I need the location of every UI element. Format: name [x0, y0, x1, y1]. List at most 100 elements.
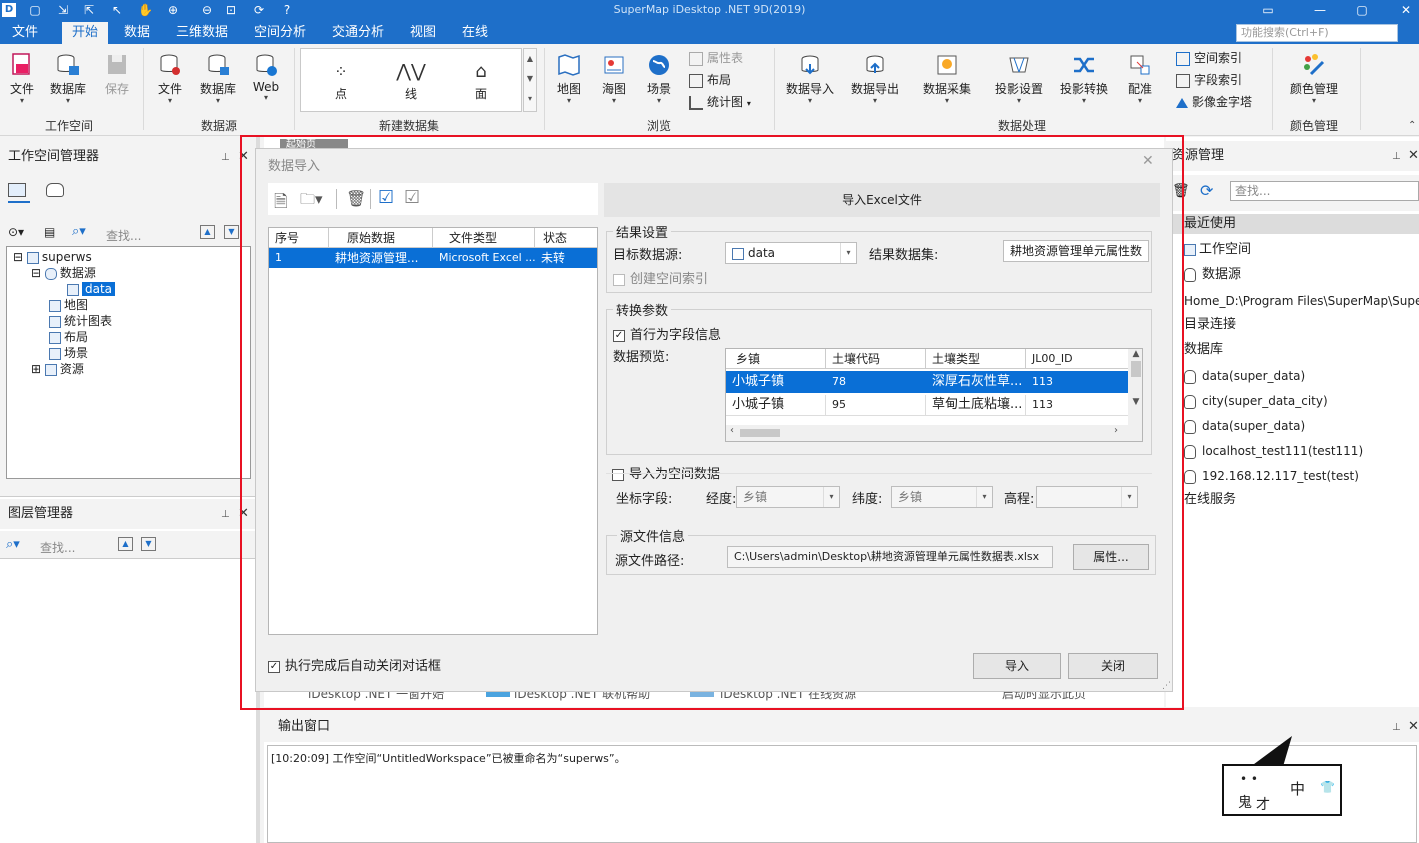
minimize-icon[interactable]: — — [1310, 2, 1330, 18]
layout-button[interactable]: 布局 — [689, 70, 731, 90]
pin-icon[interactable]: ⊥ — [1392, 722, 1401, 733]
recent-datasource[interactable]: 数据源 — [1184, 265, 1241, 285]
tree-node-scenes[interactable]: 场景 — [49, 345, 88, 361]
menu-online[interactable]: 在线 — [452, 22, 498, 44]
chevron-down-icon: ▾ — [19, 96, 24, 105]
menu-file[interactable]: 文件 — [2, 22, 48, 44]
search-icon[interactable]: ⌕▾ — [6, 537, 20, 552]
search-up-icon[interactable]: ▲ — [200, 225, 215, 239]
db-item-2[interactable]: city(super_data_city) — [1184, 391, 1328, 411]
resource-panel: 资源管理 ⊥ ✕ 🗑 ⟳ 查找... 最近使用 工作空间 数据源 Home_D:… — [1166, 137, 1419, 707]
datasource-file-button[interactable]: 文件 ▾ — [148, 50, 192, 105]
save-button[interactable]: 保存 — [95, 50, 139, 97]
layer-search-input[interactable]: 查找... — [40, 539, 75, 556]
tree-node-data[interactable]: data — [67, 281, 116, 297]
tree-node-layouts[interactable]: 布局 — [49, 329, 88, 345]
stat-chart-button[interactable]: 统计图 ▾ — [689, 92, 751, 112]
maximize-icon[interactable]: ▢ — [1352, 2, 1372, 18]
pin-icon[interactable]: ⊥ — [221, 509, 230, 520]
attribute-table-button[interactable]: 属性表 — [689, 48, 743, 68]
registration-button[interactable]: 配准 ▾ — [1118, 50, 1162, 105]
workspace-tab-icon[interactable] — [8, 183, 30, 203]
pin-icon[interactable]: ⊥ — [1392, 151, 1401, 162]
database-section[interactable]: 数据库 — [1184, 340, 1223, 360]
data-collect-button[interactable]: 数据采集 ▾ — [919, 50, 975, 105]
datasource-web-button[interactable]: Web ▾ — [244, 50, 288, 102]
database-icon — [1184, 394, 1196, 409]
registration-icon — [1130, 55, 1150, 75]
map-icon — [558, 54, 580, 76]
close-icon[interactable]: ✕ — [1408, 148, 1419, 163]
search-up-icon[interactable]: ▲ — [118, 537, 133, 551]
restore-ribbon-icon[interactable]: ▭ — [1258, 2, 1278, 18]
file-icon — [12, 53, 30, 75]
workspace-database-button[interactable]: 数据库 ▾ — [46, 50, 90, 105]
sea-chart-button[interactable]: 海图 ▾ — [592, 50, 636, 105]
ime-shirt-icon[interactable]: 👕 — [1320, 780, 1335, 794]
map-button[interactable]: 地图 ▾ — [547, 50, 591, 105]
projection-settings-button[interactable]: 投影设置 ▾ — [991, 50, 1047, 105]
new-point-dataset-button[interactable]: ⁘ 点 — [311, 59, 371, 102]
field-index-button[interactable]: 字段索引 — [1176, 70, 1242, 90]
function-search-input[interactable]: 功能搜索(Ctrl+F) — [1236, 24, 1398, 42]
home-directory[interactable]: Home_D:\Program Files\SuperMap\SuperMa..… — [1184, 291, 1419, 311]
workspace-options-icon[interactable]: ⊙▾ — [8, 225, 24, 239]
search-down-icon[interactable]: ▼ — [224, 225, 239, 239]
data-import-button[interactable]: 数据导入 ▾ — [782, 50, 838, 105]
close-window-icon[interactable]: ✕ — [1396, 2, 1416, 18]
db-item-1[interactable]: data(super_data) — [1184, 366, 1305, 386]
menu-3d-data[interactable]: 三维数据 — [166, 22, 238, 44]
data-export-button[interactable]: 数据导出 ▾ — [847, 50, 903, 105]
web-icon — [256, 54, 277, 76]
ime-widget[interactable]: • • 鬼 才 中 👕 — [1222, 732, 1344, 818]
menu-spatial-analysis[interactable]: 空间分析 — [244, 22, 316, 44]
chevron-down-icon: ▾ — [566, 96, 571, 105]
tree-node-workspace[interactable]: ⊟ superws — [13, 249, 92, 265]
tree-node-datasources[interactable]: ⊟ 数据源 — [31, 265, 96, 281]
chevron-down-icon: ▾ — [167, 96, 172, 105]
resource-search-input[interactable]: 查找... — [1230, 181, 1419, 201]
datasource-icon — [1184, 267, 1196, 282]
gallery-scroll[interactable]: ▲ ▼ ▾ — [523, 48, 537, 112]
color-manage-button[interactable]: 颜色管理 ▾ — [1284, 50, 1344, 105]
ime-mode[interactable]: 中 — [1290, 778, 1305, 799]
workspace-file-button[interactable]: 文件 ▾ — [0, 50, 44, 105]
db-item-4[interactable]: localhost_test111(test111) — [1184, 441, 1363, 461]
ribbon-separator — [294, 48, 295, 130]
datasource-database-button[interactable]: 数据库 ▾ — [196, 50, 240, 105]
pin-icon[interactable]: ⊥ — [221, 152, 230, 163]
udb-icon — [67, 283, 79, 296]
search-down-icon[interactable]: ▼ — [141, 537, 156, 551]
folder-icon — [44, 363, 57, 376]
workspace-tree: ⊟ superws ⊟ 数据源 data 地图 统计图表 布局 场景 ⊞ 资源 — [6, 246, 251, 479]
projection-convert-button[interactable]: 投影转换 ▾ — [1056, 50, 1112, 105]
search-icon[interactable]: ⌕▾ — [72, 224, 86, 239]
workspace-search-input[interactable]: 查找... — [106, 227, 141, 244]
menu-start[interactable]: 开始 — [62, 22, 109, 44]
menu-traffic-analysis[interactable]: 交通分析 — [322, 22, 394, 44]
datasource-tab-icon[interactable] — [46, 183, 68, 201]
refresh-icon[interactable]: ⟳ — [1200, 181, 1213, 200]
directory-connect[interactable]: 目录连接 — [1184, 315, 1236, 335]
tree-node-resources[interactable]: ⊞ 资源 — [31, 361, 84, 377]
properties-icon[interactable]: ▤ — [44, 225, 55, 239]
collapse-ribbon-icon[interactable]: ⌃ — [1408, 120, 1416, 131]
db-item-3[interactable]: data(super_data) — [1184, 416, 1305, 436]
menu-view[interactable]: 视图 — [400, 22, 446, 44]
recent-section[interactable]: 最近使用 — [1166, 214, 1419, 234]
menu-data[interactable]: 数据 — [114, 22, 160, 44]
close-icon[interactable]: ✕ — [1408, 719, 1419, 734]
highlight-box — [240, 135, 1184, 710]
new-polygon-dataset-button[interactable]: ⌂ 面 — [451, 59, 511, 102]
image-pyramid-button[interactable]: 影像金字塔 — [1176, 92, 1252, 112]
tree-node-charts[interactable]: 统计图表 — [49, 313, 112, 329]
workspace-icon — [1184, 243, 1196, 256]
db-item-5[interactable]: 192.168.12.117_test(test) — [1184, 466, 1359, 486]
new-line-dataset-button[interactable]: ⋀⋁ 线 — [381, 59, 441, 102]
scene-button[interactable]: 场景 ▾ — [637, 50, 681, 105]
online-service[interactable]: 在线服务 — [1184, 490, 1236, 510]
resource-panel-title: 资源管理 — [1166, 141, 1419, 171]
recent-workspace[interactable]: 工作空间 — [1184, 240, 1251, 260]
tree-node-maps[interactable]: 地图 — [49, 297, 88, 313]
spatial-index-button[interactable]: 空间索引 — [1176, 48, 1242, 68]
